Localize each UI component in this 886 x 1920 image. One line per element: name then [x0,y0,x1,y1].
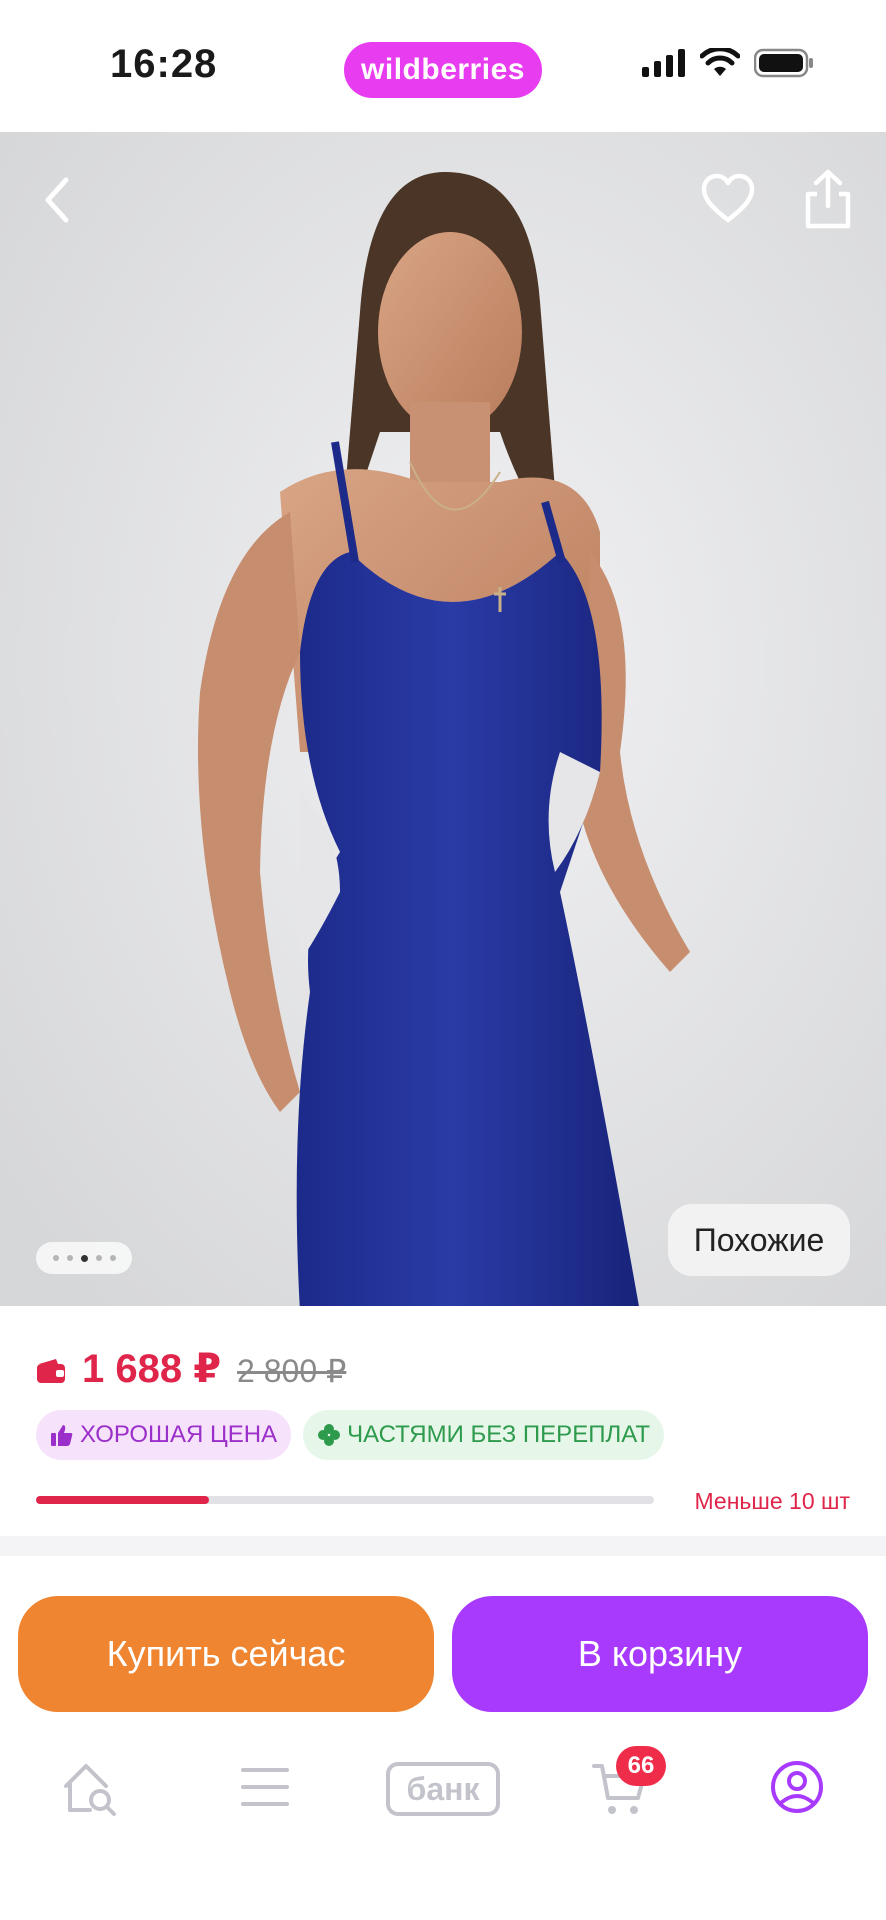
pager-dot [66,1255,73,1261]
heart-icon[interactable] [700,172,756,228]
bank-label: банк [406,1770,480,1807]
stock-label: Меньше 10 шт [694,1488,851,1514]
installments-badge[interactable]: ЧАСТЯМИ БЕЗ ПЕРЕПЛАТ [303,1410,664,1460]
stock-progress-fill [36,1496,210,1504]
tab-profile[interactable] [770,1760,824,1814]
tab-bar: банк 66 [0,1720,886,1920]
stock-progress-bar [36,1496,654,1504]
section-divider [0,1536,886,1556]
share-icon[interactable] [800,168,856,230]
app-badge[interactable]: wildberries [344,42,542,98]
good-price-badge[interactable]: ХОРОШАЯ ЦЕНА [36,1410,292,1460]
current-price: 1 688 ₽ [82,1347,222,1391]
pager-dot-active [80,1254,88,1262]
installments-label: ЧАСТЯМИ БЕЗ ПЕРЕПЛАТ [347,1421,650,1448]
status-icons [642,48,814,78]
menu-icon [241,1768,289,1806]
status-bar: 16:28 wildberries [0,0,886,132]
pager-dot [109,1255,116,1261]
old-price: 2 800 ₽ [237,1353,347,1389]
buy-now-button[interactable]: Купить сейчас [18,1596,434,1712]
signal-icon [642,49,685,77]
product-photo[interactable]: Похожие [0,132,886,1312]
status-time: 16:28 [110,42,218,86]
cart-count-badge: 66 [616,1746,666,1786]
tab-bank[interactable]: банк [386,1762,500,1816]
wallet-icon [37,1359,65,1383]
pager-dot [52,1255,59,1261]
price-card: 1 688 ₽ 2 800 ₽ ХОРОШАЯ ЦЕНА ЧАСТЯМИ БЕЗ… [0,1306,886,1536]
product-image [0,132,886,1312]
add-to-cart-button[interactable]: В корзину [452,1596,868,1712]
home-search-icon [64,1764,116,1816]
good-price-label: ХОРОШАЯ ЦЕНА [80,1421,278,1448]
tab-home[interactable] [60,1760,118,1816]
clover-icon [318,1424,341,1446]
price-badges: ХОРОШАЯ ЦЕНА ЧАСТЯМИ БЕЗ ПЕРЕПЛАТ [36,1410,664,1460]
similar-button[interactable]: Похожие [668,1204,850,1276]
wifi-icon [700,48,740,76]
battery-icon [754,48,813,78]
photo-pager[interactable] [36,1242,132,1274]
bank-icon: банк [386,1762,500,1816]
tab-catalog[interactable] [240,1766,290,1808]
pager-dot [95,1255,102,1261]
thumbs-up-icon [51,1425,73,1446]
profile-icon [771,1761,823,1813]
back-icon[interactable] [36,172,80,228]
price-row: 1 688 ₽ 2 800 ₽ [36,1346,346,1392]
action-bar: Купить сейчас В корзину [0,1556,886,1720]
